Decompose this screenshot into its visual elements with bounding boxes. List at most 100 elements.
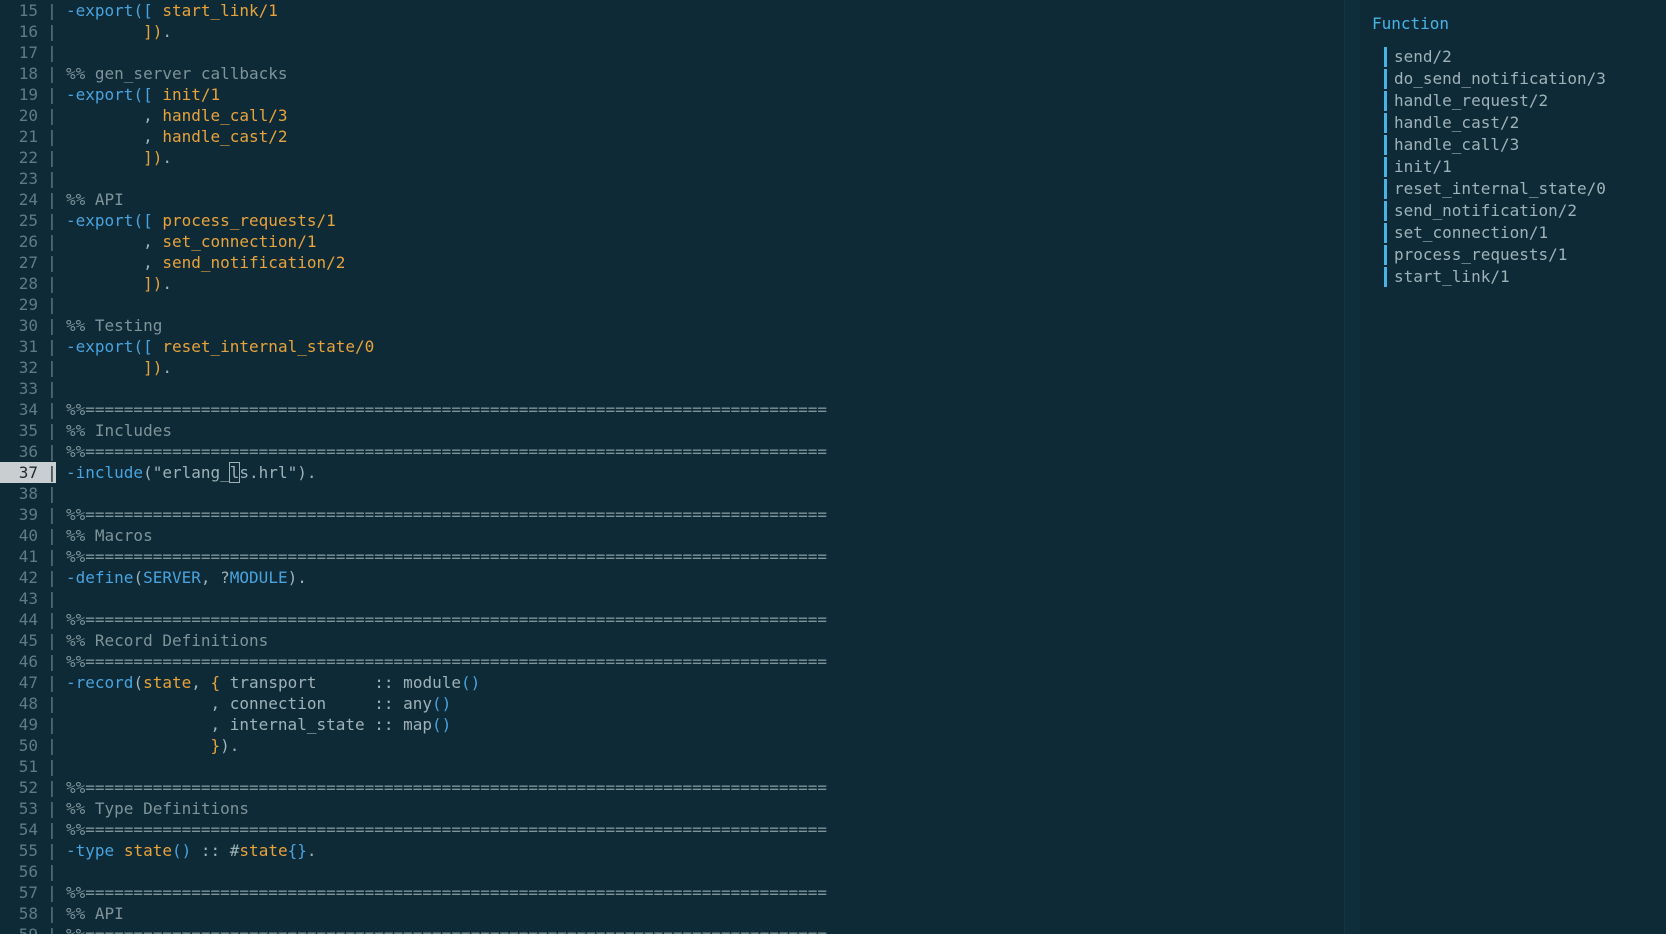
code-line[interactable]: 31 | -export([ reset_internal_state/0 [0,336,1346,357]
gutter-separator: | [47,463,57,482]
code-token: . [306,841,317,860]
code-line[interactable]: 44 | %%===================================… [0,609,1346,630]
line-number: 52 [18,778,38,797]
line-number: 16 [18,22,38,41]
line-number: 44 [18,610,38,629]
outline-item[interactable]: process_requests/1 [1383,244,1567,266]
code-line[interactable]: 43 | [0,588,1346,609]
code-line[interactable]: 15 | -export([ start_link/1 [0,0,1346,21]
code-token: %%======================================… [66,442,827,461]
code-line[interactable]: 32 | ]). [0,357,1346,378]
outline-item[interactable]: init/1 [1384,156,1452,178]
gutter-separator: | [47,589,57,608]
code-line[interactable]: 16 | ]). [0,21,1346,42]
gutter-separator: | [47,232,57,251]
gutter-separator: | [47,841,57,860]
code-token: , connection :: any [66,694,433,713]
outline-item[interactable]: set_connection/1 [1383,222,1548,244]
outline-item[interactable]: do_send_notification/3 [1384,68,1606,90]
line-number: 24 [18,190,38,209]
line-number: 59 [0,924,38,934]
gutter-separator: | [47,64,57,83]
code-editor[interactable]: 15 | -export([ start_link/1 16 | ]). 17 | 18 |%%… [0,0,1346,934]
gutter-separator: | [47,631,57,650]
code-line[interactable]: 37 | -include("erlang_ls.hrl"). [0,462,1346,483]
gutter-separator: | [47,106,57,125]
code-line[interactable]: 22 | ]). [0,147,1346,168]
code-line[interactable]: 58 | %% API [0,903,1346,924]
code-line[interactable]: 59|%%===================================… [0,924,1346,934]
outline-item[interactable]: handle_cast/2 [1383,112,1519,134]
outline-item[interactable]: reset_internal_state/0 [1384,178,1606,200]
line-number: 28 [18,274,38,293]
line-number: 42 [18,568,38,587]
code-line[interactable]: 39 | %%===================================… [0,504,1346,525]
code-line[interactable]: 55 | -type state() :: #state{}. [0,840,1346,861]
outline-item[interactable]: send_notification/2 [1383,200,1577,222]
code-line[interactable]: 46 | %%===================================… [0,651,1346,672]
code-token: , [66,253,163,272]
code-line[interactable]: 28 | ]). [0,273,1346,294]
code-line[interactable]: 24 | %% API [0,189,1346,210]
code-line[interactable]: 23 | [0,168,1346,189]
code-line[interactable]: 38 | [0,483,1346,504]
code-token: ). [287,568,307,587]
code-line[interactable]: 17 | [0,42,1346,63]
code-line[interactable]: 36 | %%===================================… [0,441,1346,462]
gutter-separator: | [47,253,57,272]
line-number: 37 [18,463,38,482]
code-line[interactable]: 51 | [0,756,1346,777]
code-line[interactable]: 20 | , handle_call/3 [0,105,1346,126]
code-line[interactable]: 34 | %%===================================… [0,399,1346,420]
code-token: state [123,841,172,860]
code-line[interactable]: 45 | %% Record Definitions [0,630,1346,651]
gutter-separator: | [47,778,57,797]
code-line[interactable]: 33 | [0,378,1346,399]
gutter-separator: | [47,85,57,104]
gutter-separator: | [47,421,57,440]
code-line[interactable]: 56 | [0,861,1346,882]
code-token: reset_internal_state/0 [162,337,375,356]
code-line[interactable]: 27 | , send_notification/2 [0,252,1346,273]
outline-item[interactable]: start_link/1 [1384,266,1510,288]
line-number: 47 [18,673,38,692]
code-token: ]) [143,358,163,377]
line-number: 17 [18,43,38,62]
code-line[interactable]: 54 | %%===================================… [0,819,1346,840]
code-line[interactable]: 52 | %%===================================… [0,777,1346,798]
code-line[interactable]: 47 | -record(state, { transport :: module(… [0,672,1346,693]
code-token: state [143,673,192,692]
code-token: s.hrl"). [239,463,317,482]
code-line[interactable]: 48 | , connection :: any() [0,693,1346,714]
editor-scrollbar[interactable] [1344,0,1361,934]
code-line[interactable]: 19 | -export([ init/1 [0,84,1346,105]
code-line[interactable]: 26 | , set_connection/1 [0,231,1346,252]
code-line[interactable]: 29 | [0,294,1346,315]
gutter-separator: | [47,379,57,398]
outline-item[interactable]: handle_request/2 [1383,90,1548,112]
code-line[interactable]: 57 | %%===================================… [0,882,1346,903]
code-line[interactable]: 18 | %% gen_server callbacks [0,63,1346,84]
gutter-separator: | [47,526,57,545]
code-token: :: # [191,841,240,860]
code-line[interactable]: 21 | , handle_cast/2 [0,126,1346,147]
code-line[interactable]: 35 | %% Includes [0,420,1346,441]
code-line[interactable]: 50 | }). [0,735,1346,756]
code-token: %% gen_server callbacks [66,64,288,83]
code-line[interactable]: 42 | -define(SERVER, ?MODULE). [0,567,1346,588]
code-line[interactable]: 41 | %%===================================… [0,546,1346,567]
code-token: () [171,841,192,860]
code-line[interactable]: 40 | %% Macros [0,525,1346,546]
outline-item[interactable]: send/2 [1384,46,1452,68]
code-token: ]) [143,148,163,167]
code-token: send_notification/2 [162,253,346,272]
code-line[interactable]: 25 | -export([ process_requests/1 [0,210,1346,231]
outline-item[interactable]: handle_call/3 [1383,134,1519,156]
code-line[interactable]: 49 | , internal_state :: map() [0,714,1346,735]
code-line[interactable]: 53 | %% Type Definitions [0,798,1346,819]
code-line[interactable]: 30 | %% Testing [0,315,1346,336]
gutter-separator: | [47,148,57,167]
